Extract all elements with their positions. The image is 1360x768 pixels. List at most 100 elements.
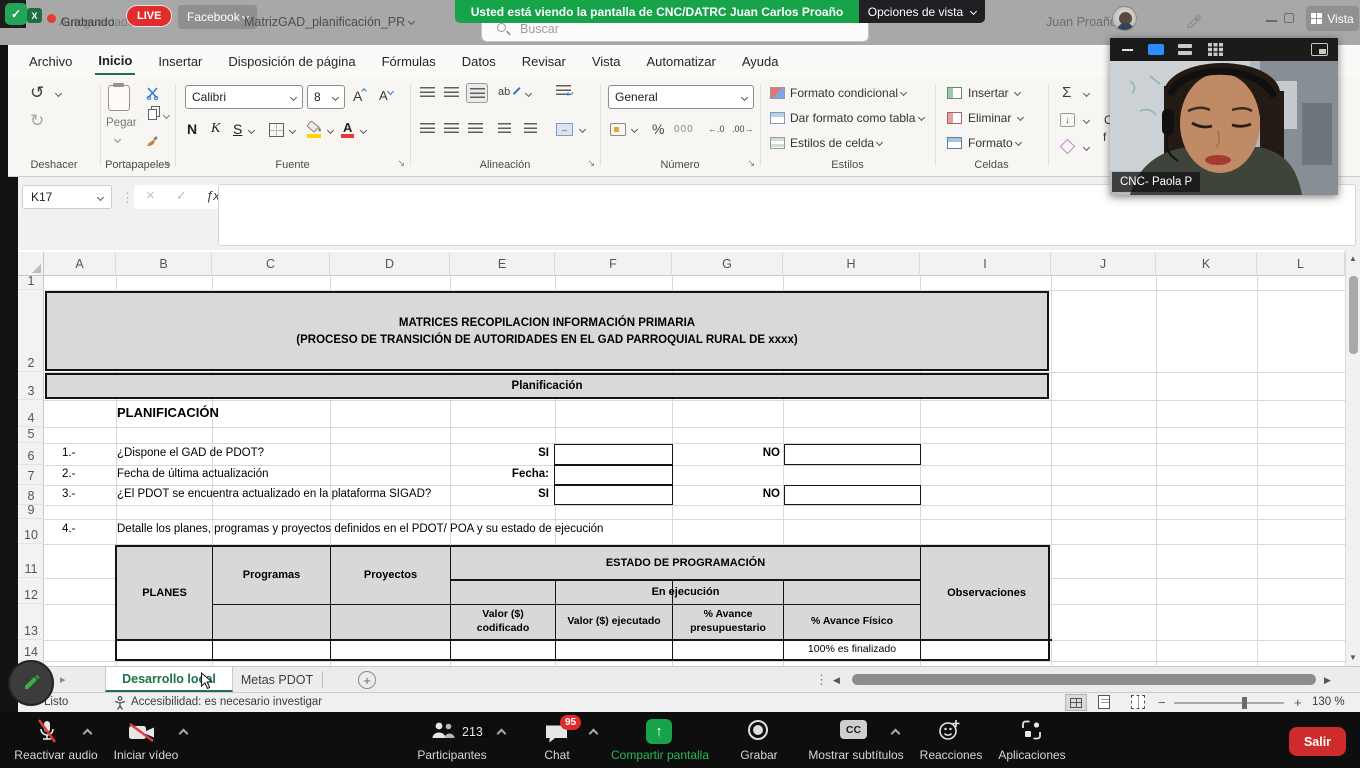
scroll-up-icon[interactable]: ▲ — [1349, 254, 1357, 263]
delete-cells-button[interactable]: Eliminar — [968, 111, 1023, 125]
start-video-icon[interactable] — [128, 722, 155, 743]
participants-icon[interactable] — [430, 721, 456, 740]
copy-chevron-icon[interactable] — [163, 112, 170, 119]
sheet-tab-metas[interactable]: Metas PDOT — [233, 667, 321, 692]
insert-cells-button[interactable]: Insertar — [968, 86, 1020, 100]
column-header[interactable]: F — [555, 252, 672, 276]
decrease-decimal-button[interactable]: .00→ — [732, 124, 754, 134]
start-video-chevron-icon[interactable] — [179, 729, 189, 739]
clear-chevron-icon[interactable] — [1083, 144, 1090, 151]
row-header[interactable]: 12 — [18, 578, 44, 604]
apps-icon[interactable] — [1020, 719, 1043, 742]
zoom-slider-thumb[interactable] — [1242, 697, 1247, 709]
align-bottom-icon-selected[interactable] — [466, 83, 488, 103]
zoom-slider-track[interactable] — [1174, 702, 1284, 704]
unmute-mic-icon[interactable] — [36, 718, 58, 744]
align-center-icon[interactable] — [444, 123, 459, 134]
add-sheet-button[interactable]: + — [358, 671, 376, 689]
column-header[interactable]: L — [1257, 252, 1345, 276]
planificacion-heading[interactable]: PLANIFICACIÓN — [117, 405, 219, 420]
redo-button[interactable]: ↻ — [30, 111, 44, 131]
italic-button[interactable]: K — [211, 121, 220, 137]
q3-no-input-cell[interactable] — [784, 485, 921, 505]
tab-formulas[interactable]: Fórmulas — [369, 54, 449, 69]
row-header[interactable]: 2 — [18, 290, 44, 372]
clear-eraser-icon[interactable] — [1060, 139, 1076, 155]
view-options-button[interactable]: Opciones de vista — [859, 0, 985, 23]
leave-button[interactable]: Salir — [1289, 727, 1346, 756]
font-size-combobox[interactable]: 8 — [307, 85, 345, 109]
copy-icon[interactable] — [148, 109, 157, 120]
font-color-button[interactable]: A — [343, 120, 352, 135]
captions-label[interactable]: Mostrar subtítulos — [808, 748, 903, 762]
annotation-pencil-fab[interactable] — [8, 660, 54, 706]
tab-archivo[interactable]: Archivo — [16, 54, 85, 69]
vertical-scroll-thumb[interactable] — [1349, 276, 1358, 354]
column-header[interactable]: A — [44, 252, 116, 276]
column-header[interactable]: C — [212, 252, 330, 276]
annotate-pen-icon[interactable] — [1186, 13, 1201, 28]
unmute-label[interactable]: Reactivar audio — [14, 748, 97, 762]
more-options-icon[interactable]: ⋮ — [121, 190, 134, 206]
tab-insertar[interactable]: Insertar — [145, 54, 215, 69]
font-name-combobox[interactable]: Calibri — [185, 85, 303, 109]
align-middle-icon[interactable] — [444, 87, 459, 98]
column-header[interactable]: G — [672, 252, 783, 276]
tab-vista[interactable]: Vista — [579, 54, 634, 69]
column-header[interactable]: J — [1051, 252, 1156, 276]
spreadsheet-grid[interactable]: MATRICES RECOPILACION INFORMACIÓN PRIMAR… — [18, 250, 1360, 666]
q2-fecha-input-cell[interactable] — [554, 465, 673, 485]
borders-icon[interactable] — [269, 123, 284, 137]
font-color-chevron-icon[interactable] — [360, 127, 367, 134]
row-header[interactable]: 8 — [18, 485, 44, 505]
tab-revisar[interactable]: Revisar — [509, 54, 579, 69]
zoom-view-button[interactable]: Vista — [1306, 6, 1359, 31]
fill-chevron-icon[interactable] — [327, 127, 334, 134]
autosum-button[interactable]: Σ — [1062, 84, 1071, 101]
plans-table[interactable]: PLANES Programas Proyectos ESTADO DE PRO… — [115, 545, 1050, 661]
tab-automatizar[interactable]: Automatizar — [634, 54, 729, 69]
video-minimize-icon[interactable] — [1122, 49, 1133, 51]
shrink-font-button[interactable]: A — [379, 88, 393, 103]
page-break-view-button[interactable] — [1131, 695, 1145, 709]
orientation-chevron-icon[interactable] — [525, 90, 532, 97]
row-header[interactable]: 7 — [18, 465, 44, 485]
accounting-chevron-icon[interactable] — [631, 126, 638, 133]
sheet-tab-active[interactable]: Desarrollo local — [105, 667, 233, 692]
restore-icon[interactable] — [1284, 13, 1294, 23]
format-cells-button[interactable]: Formato — [968, 136, 1021, 150]
sheet-title-box[interactable]: MATRICES RECOPILACION INFORMACIÓN PRIMAR… — [45, 291, 1049, 371]
row-header[interactable]: 11 — [18, 544, 44, 578]
document-title[interactable]: MatrizGAD_planificación_PR — [244, 15, 414, 29]
align-top-icon[interactable] — [420, 87, 435, 98]
paste-label[interactable]: Pegar — [106, 117, 137, 129]
video-panel[interactable]: CNC- Paola P — [1110, 38, 1338, 195]
orientation-button[interactable]: ab — [498, 86, 521, 98]
zoom-level[interactable]: 130 % — [1312, 696, 1345, 708]
comma-style-button[interactable]: 000 — [674, 124, 694, 135]
name-box-chevron-icon[interactable] — [97, 193, 104, 200]
row-header[interactable]: 5 — [18, 427, 44, 443]
column-header[interactable]: E — [450, 252, 555, 276]
tab-inicio[interactable]: Inicio — [85, 46, 145, 76]
chat-chevron-icon[interactable] — [589, 729, 599, 739]
conditional-format-button[interactable]: Formato condicional — [790, 86, 906, 100]
increase-indent-icon[interactable] — [524, 123, 537, 134]
number-format-combobox[interactable]: General — [608, 85, 754, 109]
row-header[interactable]: 14 — [18, 640, 44, 661]
row-header[interactable]: 6 — [18, 443, 44, 465]
dialog-launcher-icon[interactable]: ↘ — [587, 158, 595, 169]
undo-chevron-icon[interactable] — [55, 90, 62, 97]
merge-center-icon[interactable]: ↔ — [556, 123, 573, 136]
q1-no-input-cell[interactable] — [784, 444, 921, 465]
column-header[interactable]: H — [783, 252, 920, 276]
row-header[interactable]: 9 — [18, 505, 44, 519]
hscroll-right-icon[interactable]: ▶ — [1324, 675, 1331, 686]
reactions-label[interactable]: Reacciones — [920, 748, 983, 762]
row-header[interactable]: 3 — [18, 372, 44, 400]
participants-label[interactable]: Participantes — [417, 748, 486, 762]
section-band[interactable]: Planificación — [45, 373, 1049, 399]
captions-cc-icon[interactable]: CC — [840, 720, 867, 739]
page-layout-view-button[interactable] — [1098, 695, 1110, 709]
borders-chevron-icon[interactable] — [289, 127, 296, 134]
